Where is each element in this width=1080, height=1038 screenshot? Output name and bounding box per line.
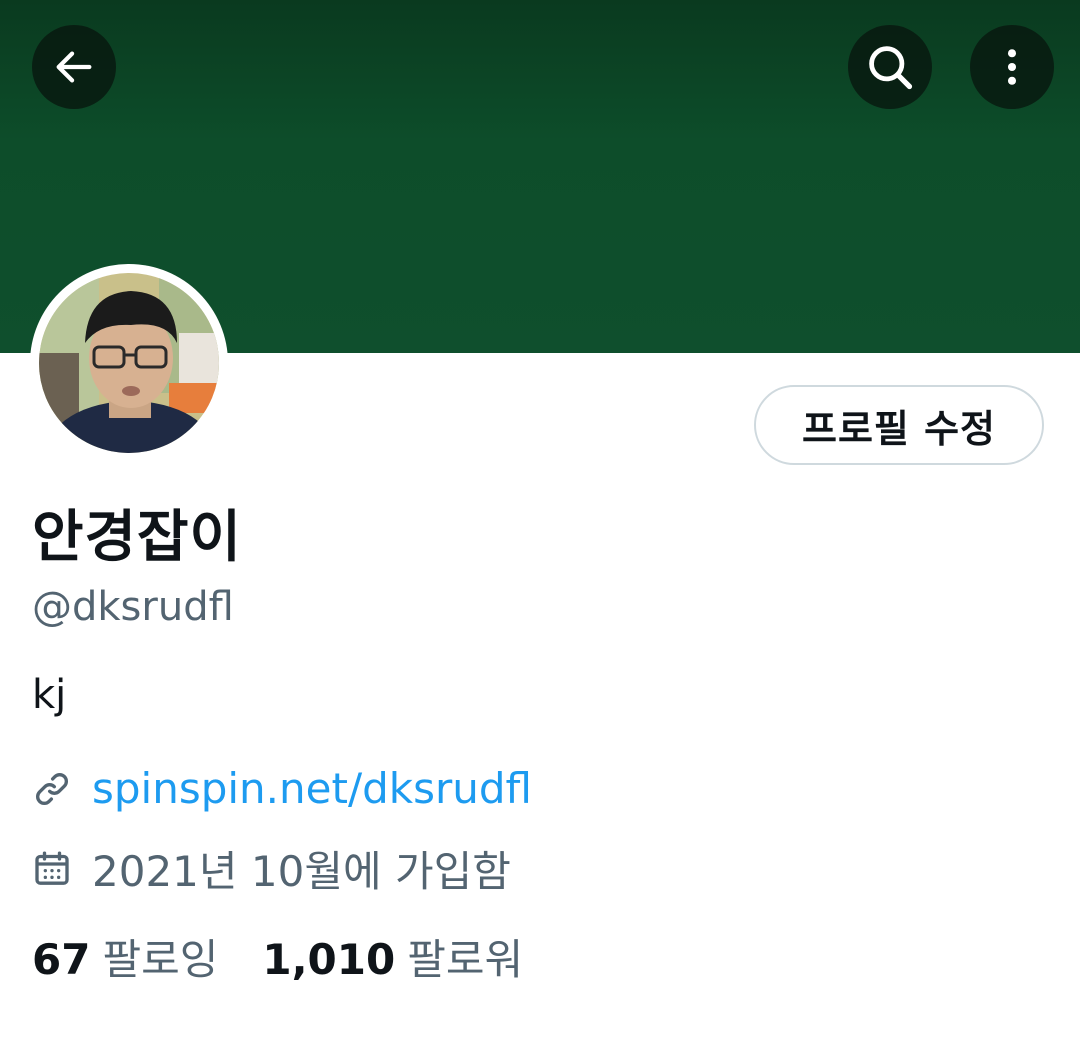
more-options-button[interactable] [970, 25, 1054, 109]
search-icon [869, 46, 913, 90]
avatar[interactable] [39, 273, 219, 453]
website-row: spinspin.net/dksrudfl [32, 764, 532, 813]
calendar-icon [35, 851, 69, 885]
joined-date: 2021년 10월에 가입함 [92, 847, 511, 896]
following-count: 67 [32, 935, 91, 984]
user-handle: @dksrudfl [32, 584, 234, 630]
followers-label: 팔로워 [407, 935, 524, 984]
display-name: 안경잡이 [32, 505, 243, 570]
search-button[interactable] [848, 25, 932, 109]
profile-photo [39, 273, 219, 453]
link-icon [36, 772, 68, 805]
followers-count: 1,010 [262, 935, 396, 984]
arrow-left-icon [56, 51, 92, 83]
website-link[interactable]: spinspin.net/dksrudfl [92, 764, 532, 813]
following-label: 팔로잉 [102, 935, 219, 984]
edit-profile-button[interactable]: 프로필 수정 [754, 385, 1044, 465]
back-button[interactable] [32, 25, 116, 109]
more-vertical-icon [1007, 49, 1017, 85]
follow-stats: 67 팔로잉 1,010 팔로워 [32, 926, 523, 987]
following-link[interactable]: 67 팔로잉 [32, 926, 218, 987]
avatar-ring [30, 264, 228, 462]
bio-text: kj [32, 672, 67, 718]
followers-link[interactable]: 1,010 팔로워 [262, 926, 523, 987]
joined-date-row: 2021년 10월에 가입함 [32, 838, 511, 899]
